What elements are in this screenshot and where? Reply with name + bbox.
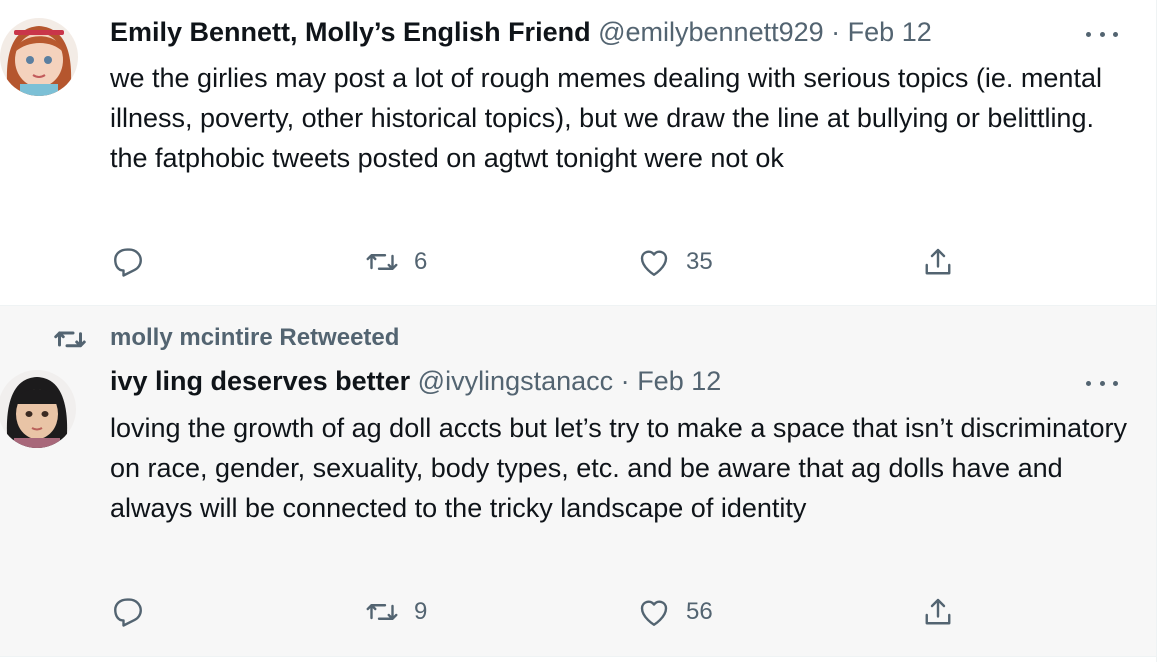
retweet-count: 9 — [414, 598, 428, 625]
display-name[interactable]: Emily Bennett, Molly’s English Friend — [110, 17, 591, 47]
separator: · — [620, 366, 630, 396]
retweet-button[interactable]: 9 — [364, 592, 427, 632]
avatar[interactable] — [0, 370, 76, 448]
tweet-text: loving the growth of ag doll accts but l… — [110, 413, 1127, 523]
doll-avatar-icon — [0, 18, 78, 96]
reply-icon — [114, 248, 142, 277]
retweet-icon — [366, 254, 398, 270]
reply-icon — [114, 598, 142, 627]
more-icon[interactable] — [1086, 373, 1118, 393]
user-handle[interactable]: @emilybennett929 — [598, 17, 824, 47]
retweet-button[interactable]: 6 — [364, 242, 427, 282]
tweet[interactable]: Emily Bennett, Molly’s English Friend @e… — [0, 0, 1156, 306]
tweet-text: we the girlies may post a lot of rough m… — [110, 63, 1102, 173]
retweet-icon — [366, 604, 398, 620]
heart-icon — [640, 600, 668, 626]
display-name[interactable]: ivy ling deserves better — [110, 366, 410, 396]
like-button[interactable]: 35 — [636, 242, 713, 282]
doll-avatar-icon — [0, 370, 76, 448]
share-icon — [925, 598, 951, 625]
tweet-date[interactable]: Feb 12 — [848, 17, 932, 47]
tweet-header: ivy ling deserves better @ivylingstanacc… — [110, 366, 721, 397]
share-button[interactable] — [920, 242, 956, 282]
reply-button[interactable] — [110, 242, 160, 282]
retweet-indicator — [52, 324, 88, 354]
tweet-actions: 9 56 — [110, 592, 970, 632]
avatar[interactable] — [0, 18, 78, 96]
more-icon[interactable] — [1086, 24, 1118, 44]
tweet-date[interactable]: Feb 12 — [637, 366, 721, 396]
like-button[interactable]: 56 — [636, 592, 713, 632]
like-count: 35 — [686, 248, 713, 275]
retweeted-by-label[interactable]: molly mcintire Retweeted — [110, 324, 399, 352]
retweet-icon — [54, 331, 86, 348]
retweet-count: 6 — [414, 248, 428, 275]
heart-icon — [640, 250, 668, 276]
tweet-actions: 6 35 — [110, 242, 970, 282]
tweet-header: Emily Bennett, Molly’s English Friend @e… — [110, 17, 932, 48]
user-handle[interactable]: @ivylingstanacc — [418, 366, 614, 396]
reply-button[interactable] — [110, 592, 160, 632]
like-count: 56 — [686, 598, 713, 625]
separator: · — [831, 17, 841, 47]
share-icon — [925, 248, 951, 275]
scroll-edge — [1156, 0, 1174, 662]
share-button[interactable] — [920, 592, 956, 632]
